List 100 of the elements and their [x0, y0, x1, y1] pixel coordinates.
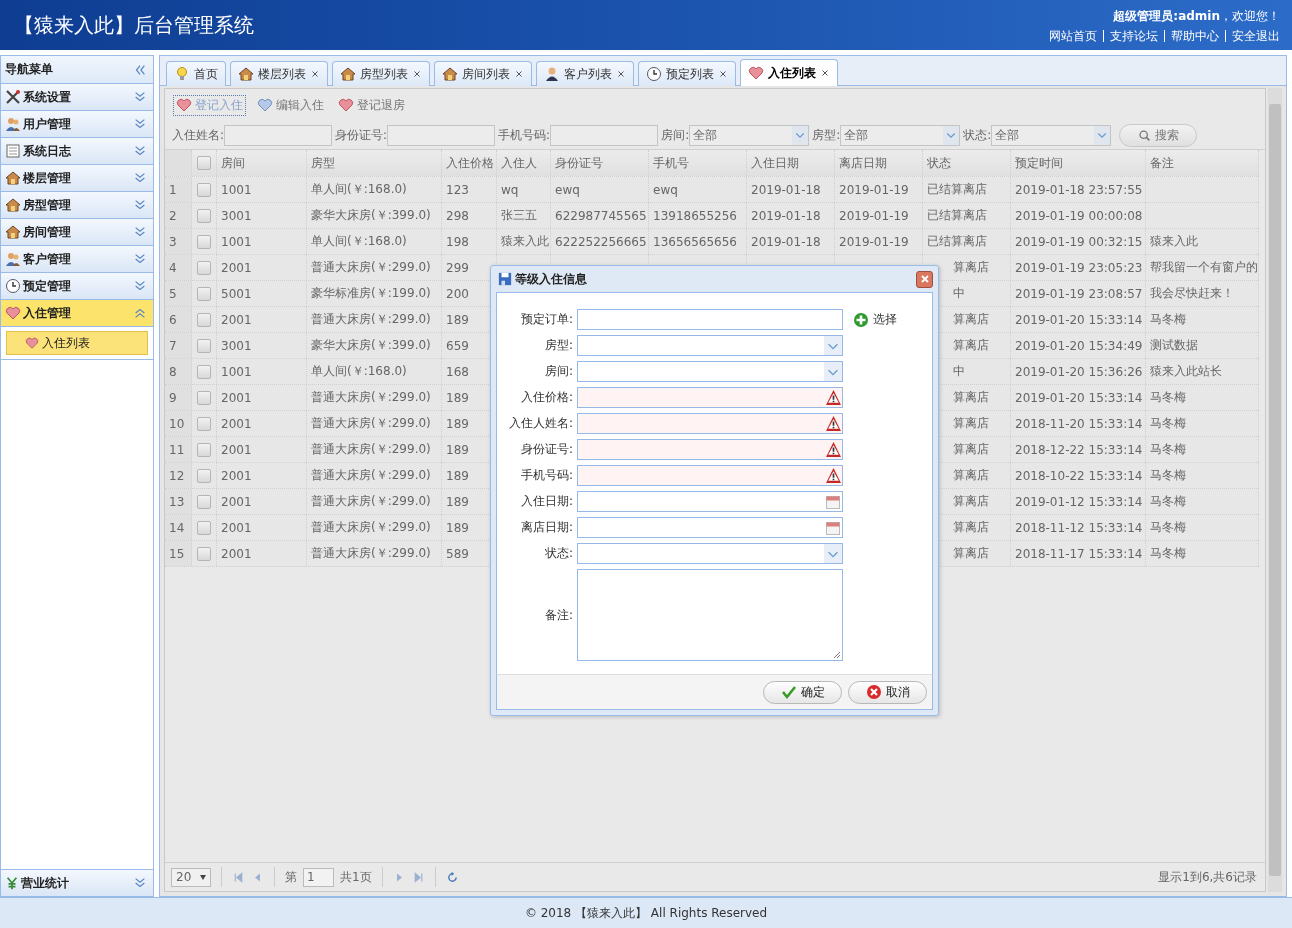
sidebar-item[interactable]: 预定管理 [1, 273, 153, 300]
resize-grip-icon[interactable] [833, 651, 841, 659]
checkbox[interactable] [197, 364, 211, 379]
checkbox[interactable] [197, 260, 211, 275]
dropdown-field[interactable] [577, 335, 843, 356]
column-header[interactable]: 入住人 [497, 150, 551, 176]
tab[interactable]: 房间列表 [434, 61, 532, 86]
sidebar-item[interactable]: 营业统计 [1, 869, 153, 896]
close-icon [616, 69, 626, 79]
sidebar-item[interactable]: 楼层管理 [1, 165, 153, 192]
close-icon [514, 69, 524, 79]
header-link[interactable]: 安全退出 [1225, 30, 1280, 42]
column-header[interactable]: 身份证号 [551, 150, 649, 176]
cancel-button[interactable]: 取消 [848, 680, 927, 704]
scrollbar[interactable] [1268, 88, 1282, 892]
warning-icon [824, 415, 842, 432]
clock-icon [5, 278, 21, 294]
checkbox[interactable] [197, 312, 211, 327]
house-icon [5, 170, 21, 186]
column-header[interactable]: 状态 [923, 150, 1011, 176]
close-button[interactable] [916, 270, 933, 288]
header-link[interactable]: 支持论坛 [1103, 30, 1164, 42]
page-size-dropdown[interactable]: 20 [171, 867, 211, 887]
search-field[interactable] [387, 124, 496, 146]
input-field[interactable] [577, 413, 843, 434]
filter-dropdown[interactable]: 全部 [840, 124, 961, 146]
tab[interactable]: 入住列表 [740, 59, 838, 86]
tab[interactable]: 楼层列表 [230, 61, 328, 86]
dropdown-field[interactable] [577, 543, 843, 564]
checkbox[interactable] [197, 338, 211, 353]
checkbox[interactable] [197, 494, 211, 509]
close-icon [918, 273, 931, 285]
checkbox[interactable] [197, 442, 211, 457]
filter-dropdown[interactable]: 全部 [991, 124, 1112, 146]
filter-dropdown[interactable]: 全部 [689, 124, 810, 146]
table-cell: 2018-12-22 15:33:14 [1011, 437, 1146, 462]
input-field[interactable] [577, 387, 843, 408]
sidebar-item[interactable]: 用户管理 [1, 111, 153, 138]
checkbox[interactable] [197, 182, 211, 197]
page-number-field[interactable]: 1 [303, 867, 334, 887]
column-header[interactable]: 预定时间 [1011, 150, 1146, 176]
sidebar-item[interactable]: 客户管理 [1, 246, 153, 273]
yen-icon [5, 876, 19, 890]
table-cell: 马冬梅 [1146, 411, 1259, 436]
toolbar-button[interactable]: 编辑入住 [254, 94, 327, 116]
checkbox[interactable] [197, 390, 211, 405]
tab[interactable]: 预定列表 [638, 61, 736, 86]
select-link[interactable]: 选择 [853, 311, 897, 328]
checkbox[interactable] [197, 416, 211, 431]
column-header[interactable]: 入住价格 [442, 150, 497, 176]
date-field[interactable] [577, 517, 843, 538]
header-link[interactable]: 网站首页 [1043, 30, 1103, 42]
table-cell: 2001 [217, 255, 307, 280]
column-header[interactable]: 手机号 [649, 150, 747, 176]
checkbox[interactable] [197, 234, 211, 249]
header-link[interactable]: 帮助中心 [1164, 30, 1225, 42]
search-button[interactable]: 搜索 [1119, 123, 1198, 147]
checkbox[interactable] [197, 156, 211, 170]
input-field[interactable] [577, 439, 843, 460]
toolbar-button[interactable]: 登记退房 [335, 94, 408, 116]
checkbox[interactable] [197, 286, 211, 301]
sidebar-item[interactable]: 系统设置 [1, 84, 153, 111]
checkbox[interactable] [197, 520, 211, 535]
table-cell: 2001 [217, 463, 307, 488]
column-header[interactable]: 房型 [307, 150, 442, 176]
date-field[interactable] [577, 491, 843, 512]
text-area[interactable] [577, 569, 843, 661]
input-field[interactable] [577, 309, 843, 330]
search-field[interactable] [224, 124, 333, 146]
input-field[interactable] [577, 465, 843, 486]
tab[interactable]: 房型列表 [332, 61, 430, 86]
search-field[interactable] [550, 124, 659, 146]
column-header[interactable]: 入住日期 [747, 150, 835, 176]
tab[interactable]: 客户列表 [536, 61, 634, 86]
double-chevron-down-icon [133, 117, 147, 131]
table-cell: 已结算离店 [923, 229, 1011, 254]
double-chevron-down-icon [133, 876, 147, 890]
checkbox[interactable] [197, 546, 211, 561]
row-number: 12 [165, 463, 192, 488]
people-icon [5, 116, 21, 132]
column-header[interactable]: 离店日期 [835, 150, 923, 176]
table-cell: 2019-01-20 15:33:14 [1011, 385, 1146, 410]
checkbox[interactable] [197, 468, 211, 483]
sidebar-item[interactable]: 系统日志 [1, 138, 153, 165]
sidebar-item[interactable]: 房型管理 [1, 192, 153, 219]
table-cell: 马冬梅 [1146, 515, 1259, 540]
sidebar-subitem[interactable]: 入住列表 [6, 331, 148, 355]
column-header[interactable]: 备注 [1146, 150, 1259, 176]
sidebar-item[interactable]: 房间管理 [1, 219, 153, 246]
form-label: 入住价格: [519, 389, 574, 406]
tools-icon [5, 89, 21, 105]
tab[interactable]: 首页 [166, 61, 226, 86]
welcome-text: 超级管理员:admin，欢迎您！ [1113, 8, 1280, 25]
table-cell: 2019-01-19 00:00:08 [1011, 203, 1146, 228]
confirm-button[interactable]: 确定 [763, 680, 842, 704]
checkbox[interactable] [197, 208, 211, 223]
dropdown-field[interactable] [577, 361, 843, 382]
column-header[interactable]: 房间 [217, 150, 307, 176]
close-icon [412, 69, 422, 79]
sidebar-item[interactable]: 入住管理 [1, 300, 153, 327]
